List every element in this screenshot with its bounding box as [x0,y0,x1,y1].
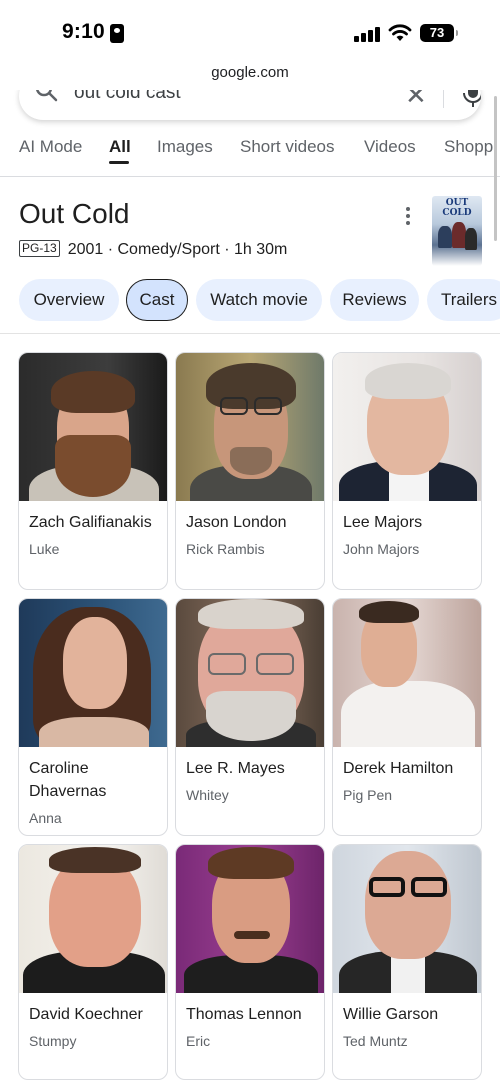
actor-photo [333,353,481,501]
tab-images[interactable]: Images [157,137,213,157]
chips-divider [0,333,500,334]
actor-photo [19,599,167,747]
character-name: Ted Muntz [343,1033,408,1049]
actor-name: Derek Hamilton [343,760,454,777]
tabs-divider [0,176,500,177]
actor-name: Lee Majors [343,514,423,531]
active-tab-indicator [109,161,129,164]
status-bar: 9:10 73 [0,0,500,66]
character-name: Rick Rambis [186,541,265,557]
actor-name: David Koechner [29,1006,143,1023]
tab-videos[interactable]: Videos [364,137,416,157]
movie-meta: PG-13 2001 · Comedy/Sport · 1h 30m [19,240,287,259]
chip-cast[interactable]: Cast [126,279,188,321]
url-bar[interactable]: google.com [0,64,500,92]
chip-reviews[interactable]: Reviews [330,279,419,321]
cast-card[interactable]: Caroline Dhavernas Anna [18,598,168,836]
actor-name: Lee R. Mayes [186,760,285,777]
cast-card[interactable]: Thomas Lennon Eric [175,844,325,1080]
scroll-indicator[interactable] [494,96,497,241]
tab-ai-mode[interactable]: AI Mode [19,137,82,157]
cast-card[interactable]: Jason London Rick Rambis [175,352,325,590]
tab-all[interactable]: All [109,137,131,157]
cast-card[interactable]: Derek Hamilton Pig Pen [332,598,482,836]
actor-photo [176,845,324,993]
actor-name: Willie Garson [343,1006,439,1023]
actor-photo [176,599,324,747]
character-name: Stumpy [29,1033,77,1049]
cast-card[interactable]: Lee R. Mayes Whitey [175,598,325,836]
actor-name: Caroline Dhavernas [29,760,107,800]
actor-photo [176,353,324,501]
character-name: Pig Pen [343,787,393,803]
actor-photo [19,845,167,993]
actor-name: Zach Galifianakis [29,514,152,531]
tab-shopping[interactable]: Shoppi [444,137,497,157]
cellular-signal-icon [354,26,380,42]
status-time: 9:10 [62,20,105,43]
movie-title: Out Cold [19,198,130,229]
character-name: Luke [29,541,60,557]
search-tabs: AI Mode All Images Short videos Videos S… [0,130,500,176]
tab-short-videos[interactable]: Short videos [240,137,335,157]
chip-watch-movie[interactable]: Watch movie [196,279,322,321]
poster-title: OUT COLD [442,198,472,218]
battery-icon: 73 [420,24,458,42]
cast-card[interactable]: David Koechner Stumpy [18,844,168,1080]
cast-card[interactable]: Zach Galifianakis Luke [18,352,168,590]
orientation-lock-icon [110,24,124,43]
actor-name: Thomas Lennon [186,1006,302,1023]
wifi-icon [388,24,412,41]
movie-poster[interactable]: OUT COLD [432,196,482,266]
rating-badge: PG-13 [19,240,60,257]
actor-photo [19,353,167,501]
more-options-icon[interactable] [404,207,412,227]
cast-card[interactable]: Willie Garson Ted Muntz [332,844,482,1080]
chip-overview[interactable]: Overview [19,279,119,321]
actor-name: Jason London [186,514,287,531]
character-name: Whitey [186,787,229,803]
actor-photo [333,599,481,747]
actor-photo [333,845,481,993]
movie-details: 2001 · Comedy/Sport · 1h 30m [67,241,288,258]
character-name: Anna [29,810,62,826]
filter-chips: Overview Cast Watch movie Reviews Traile… [0,279,500,323]
chip-trailers[interactable]: Trailers [427,279,500,321]
character-name: Eric [186,1033,211,1049]
cast-card[interactable]: Lee Majors John Majors [332,352,482,590]
character-name: John Majors [343,541,420,557]
